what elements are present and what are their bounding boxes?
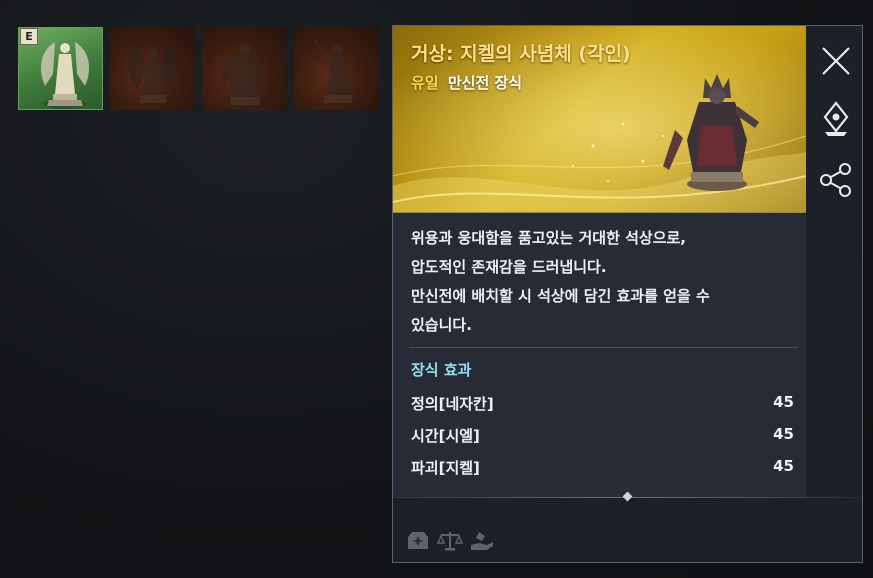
section-divider [409,347,798,348]
effect-section-title: 장식 효과 [411,361,472,379]
tooltip-content: 거상: 지켈의 사념체 (각인) 유일 만신전 장식 위용과 웅대함을 품고있는… [393,26,806,498]
stat-value: 45 [773,457,794,475]
description-line: 있습니다. [411,316,472,334]
zikel-statue-image [663,74,759,191]
close-icon [822,47,850,75]
location-pin-icon [823,101,849,136]
item-tooltip-panel: 거상: 지켈의 사념체 (각인) 유일 만신전 장식 위용과 웅대함을 품고있는… [392,25,863,563]
winged-statue-icon [128,45,178,103]
balance-scale-icon [437,532,463,551]
stat-row: 파괴[지켈] 45 [411,457,794,479]
thumbnail-4[interactable] [294,27,379,110]
stat-row: 시간[시엘] 45 [411,425,794,447]
give-indicator [469,529,495,553]
storage-box-icon [408,532,428,549]
stat-label: 파괴[지켈] [411,459,480,477]
locate-button[interactable] [813,96,859,142]
stat-value: 45 [773,425,794,443]
item-subtitle: 유일 만신전 장식 [411,72,522,93]
spear-statue-icon [313,38,357,103]
armored-statue-icon [220,43,262,105]
item-category: 만신전 장식 [447,74,523,92]
share-icon [820,163,851,197]
close-button[interactable] [813,38,859,84]
stat-row: 정의[네자칸] 45 [411,393,794,415]
share-button[interactable] [813,157,859,203]
tooltip-header: 거상: 지켈의 사념체 (각인) 유일 만신전 장식 [393,26,806,213]
thumbnail-3[interactable] [202,27,287,110]
item-rarity: 유일 [411,74,439,92]
description-line: 압도적인 존재감을 드러냅니다. [411,258,607,276]
screen: E 거상: 지켈의 사념체 (각인) 유일 만신전 장식 위용과 웅대함을 품고… [0,0,873,578]
item-name: 거상: 지켈의 사념체 (각인) [411,43,631,65]
storage-indicator [405,529,431,553]
stat-value: 45 [773,393,794,411]
trade-indicator [437,529,463,553]
thumbnail-2[interactable] [110,27,195,110]
description-line: 위용과 웅대함을 품고있는 거대한 석상으로, [411,229,686,247]
stat-label: 시간[시엘] [411,427,480,445]
item-description: 위용과 웅대함을 품고있는 거대한 석상으로, 압도적인 존재감을 드러냅니다.… [411,224,791,340]
stat-label: 정의[네자칸] [411,395,494,413]
engraved-badge: E [20,28,38,45]
description-line: 만신전에 배치할 시 석상에 담긴 효과를 얻을 수 [411,287,710,305]
hand-give-icon [471,532,493,550]
